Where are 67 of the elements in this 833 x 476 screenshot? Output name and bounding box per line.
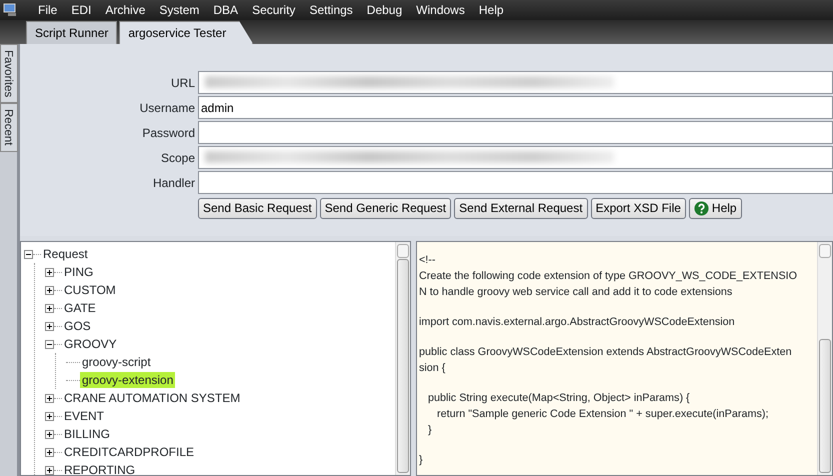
expand-icon[interactable] bbox=[45, 304, 54, 312]
field-label: Username bbox=[138, 100, 196, 116]
scrollbar[interactable] bbox=[817, 242, 832, 475]
code-line: return "Sample generic Code Extension " + super.execute(inParams); bbox=[436, 407, 770, 422]
side-tab[interactable]: Favorites bbox=[0, 44, 18, 104]
code-line: } bbox=[419, 453, 424, 468]
menu-item[interactable]: Security bbox=[245, 0, 302, 20]
action-button[interactable]: Send Generic Request bbox=[320, 198, 452, 219]
tree-item[interactable]: CREDITCARDPROFILE bbox=[62, 444, 196, 460]
input-field[interactable]: admin bbox=[198, 96, 833, 119]
expand-icon[interactable] bbox=[45, 268, 54, 276]
code-line: Create the following code extension of type GROOVY_WS_CODE_EXTENSIO bbox=[419, 269, 798, 284]
field-label: Password bbox=[141, 124, 196, 142]
expand-icon[interactable] bbox=[45, 430, 54, 438]
input-field[interactable] bbox=[198, 71, 833, 94]
action-button[interactable]: Send External Request bbox=[454, 198, 588, 219]
tab[interactable]: Script Runner bbox=[26, 21, 118, 44]
tree-item[interactable]: CUSTOM bbox=[62, 282, 118, 298]
collapse-icon[interactable] bbox=[45, 340, 54, 348]
menu-item[interactable]: Windows bbox=[409, 0, 472, 20]
tab[interactable]: argoservice Tester bbox=[119, 21, 254, 44]
side-tab[interactable]: Recent bbox=[0, 103, 18, 152]
input-field[interactable] bbox=[198, 146, 833, 169]
tree-item[interactable]: Request bbox=[41, 246, 90, 262]
expand-icon[interactable] bbox=[45, 286, 54, 294]
field-label: Handler bbox=[152, 174, 196, 192]
action-button[interactable]: Export XSD File bbox=[590, 198, 686, 219]
expand-icon[interactable] bbox=[45, 466, 54, 474]
expand-icon[interactable] bbox=[45, 448, 54, 456]
menu-item[interactable]: File bbox=[31, 0, 64, 20]
tree-item[interactable]: GOS bbox=[62, 318, 93, 334]
code-line: public String execute(Map<String, Object> inParams) { bbox=[426, 391, 691, 406]
scrollbar[interactable] bbox=[395, 242, 410, 475]
field-label: Scope bbox=[160, 150, 196, 166]
code-line: public class GroovyWSCodeExtension extends AbstractGroovyWSCodeExten bbox=[419, 345, 793, 360]
collapse-icon[interactable] bbox=[24, 250, 33, 258]
code-line: sion { bbox=[419, 361, 446, 376]
field-label: URL bbox=[170, 74, 196, 92]
tree-item[interactable]: CRANE AUTOMATION SYSTEM bbox=[62, 390, 242, 406]
input-field[interactable] bbox=[198, 171, 833, 194]
help-icon bbox=[694, 201, 709, 216]
tree-item[interactable]: REPORTING bbox=[62, 462, 138, 475]
expand-icon[interactable] bbox=[45, 322, 54, 330]
menu-item[interactable]: Archive bbox=[98, 0, 152, 20]
menu-item[interactable]: DBA bbox=[206, 0, 246, 20]
menu-item[interactable]: Debug bbox=[360, 0, 410, 20]
expand-icon[interactable] bbox=[45, 394, 54, 402]
tree-item[interactable]: PING bbox=[62, 264, 96, 280]
code-line: import com.navis.external.argo.AbstractGroovyWSCodeExtension bbox=[419, 315, 736, 330]
menu-item[interactable]: System bbox=[152, 0, 206, 20]
menu-item[interactable]: Settings bbox=[302, 0, 360, 20]
action-button[interactable]: Send Basic Request bbox=[198, 198, 317, 219]
help-button[interactable]: Help bbox=[688, 198, 742, 219]
tree-item[interactable]: GATE bbox=[62, 300, 98, 316]
computer-icon bbox=[3, 3, 19, 17]
tree-item[interactable]: GROOVY bbox=[62, 336, 119, 352]
code-line: <!-- bbox=[419, 253, 436, 268]
code-line: } bbox=[426, 423, 433, 438]
tree-item[interactable]: groovy-extension bbox=[80, 372, 176, 388]
code-line: N to handle groovy web service call and add it to code extensions bbox=[419, 285, 734, 300]
input-field[interactable] bbox=[198, 121, 833, 144]
tree-item[interactable]: groovy-script bbox=[80, 354, 153, 370]
menu-item[interactable]: EDI bbox=[64, 0, 98, 20]
expand-icon[interactable] bbox=[45, 412, 54, 420]
tree-item[interactable]: EVENT bbox=[62, 408, 106, 424]
menu-item[interactable]: Help bbox=[472, 0, 511, 20]
tree-item[interactable]: BILLING bbox=[62, 426, 112, 442]
